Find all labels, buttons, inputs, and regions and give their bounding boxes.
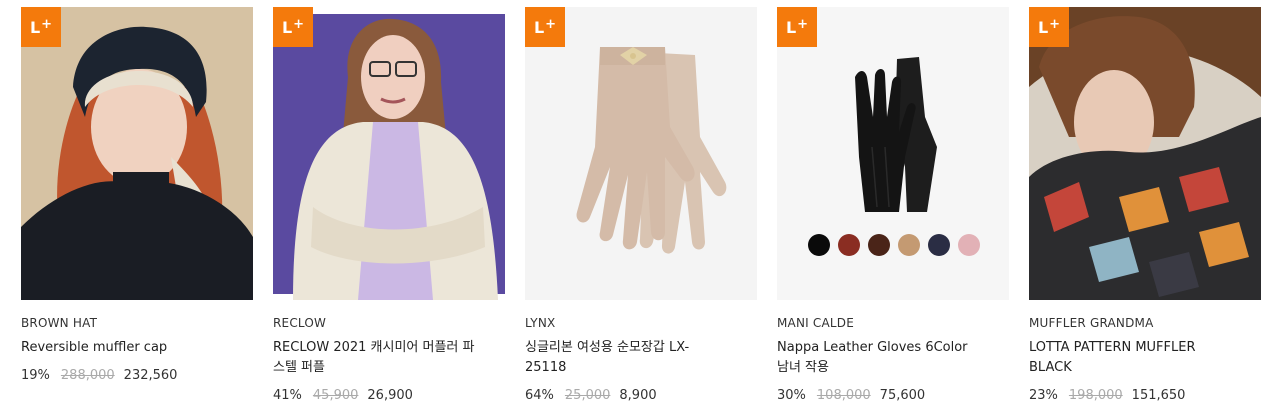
price-row: 41% 45,900 26,900 (273, 387, 505, 405)
product-brand[interactable]: MUFFLER GRANDMA (1029, 316, 1261, 330)
color-swatch (928, 234, 950, 256)
sale-price: 151,650 (1131, 388, 1186, 403)
discount-rate: 23% (1029, 388, 1058, 403)
l-plus-badge-icon: L + (777, 7, 817, 47)
discount-rate: 64% (525, 388, 554, 403)
product-name[interactable]: Nappa Leather Gloves 6Color 남녀 작용 (777, 338, 982, 378)
color-swatch (898, 234, 920, 256)
price-row: 64% 25,000 8,900 (525, 387, 757, 405)
product-brand[interactable]: MANI CALDE (777, 316, 1009, 330)
discount-rate: 41% (273, 388, 302, 403)
original-price: 288,000 (60, 368, 115, 383)
price-row: 23% 198,000 151,650 (1029, 387, 1261, 405)
product-image[interactable]: L + (21, 7, 253, 300)
product-name[interactable]: 싱글리본 여성용 순모장갑 LX-25118 (525, 338, 730, 378)
product-brand[interactable]: BROWN HAT (21, 316, 253, 330)
product-name[interactable]: Reversible muffler cap (21, 338, 226, 358)
original-price: 25,000 (564, 388, 611, 403)
price-row: 30% 108,000 75,600 (777, 387, 1009, 405)
product-name[interactable]: RECLOW 2021 캐시미어 머플러 파스텔 퍼플 (273, 338, 478, 378)
product-name[interactable]: LOTTA PATTERN MUFFLER BLACK (1029, 338, 1234, 378)
product-card[interactable]: L + MUFFLER GRANDMA LOTTA PATTERN MUFFLER… (1029, 7, 1261, 405)
original-price: 198,000 (1068, 388, 1123, 403)
color-swatch (868, 234, 890, 256)
original-price: 108,000 (816, 388, 871, 403)
price-row: 19% 288,000 232,560 (21, 367, 253, 385)
discount-rate: 30% (777, 388, 806, 403)
sale-price: 232,560 (123, 368, 178, 383)
l-plus-badge-icon: L + (273, 7, 313, 47)
product-brand[interactable]: LYNX (525, 316, 757, 330)
product-card[interactable]: L + RECLOW RECLOW 2021 캐시미어 머플러 파스텔 퍼플 41… (273, 7, 505, 405)
original-price: 45,900 (312, 388, 359, 403)
product-card[interactable]: L + MANI CALDE Nappa Leather Gloves 6Colo… (777, 7, 1009, 405)
discount-rate: 19% (21, 368, 50, 383)
l-plus-badge-icon: L + (21, 7, 61, 47)
product-image[interactable]: L + (1029, 7, 1261, 300)
sale-price: 75,600 (879, 388, 926, 403)
product-brand[interactable]: RECLOW (273, 316, 505, 330)
product-image[interactable]: L + (777, 7, 1009, 300)
product-grid: L + BROWN HAT Reversible muffler cap 19% 2… (0, 0, 1266, 415)
product-card[interactable]: L + LYNX 싱글리본 여성용 순모장갑 LX-25118 64% 25,000… (525, 7, 757, 405)
sale-price: 26,900 (367, 388, 413, 403)
color-swatch (958, 234, 980, 256)
l-plus-badge-icon: L + (525, 7, 565, 47)
sale-price: 8,900 (619, 388, 657, 403)
color-swatch (838, 234, 860, 256)
product-image[interactable]: L + (525, 7, 757, 300)
l-plus-badge-icon: L + (1029, 7, 1069, 47)
color-swatch (808, 234, 830, 256)
product-image[interactable]: L + (273, 7, 505, 300)
product-card[interactable]: L + BROWN HAT Reversible muffler cap 19% 2… (21, 7, 253, 385)
